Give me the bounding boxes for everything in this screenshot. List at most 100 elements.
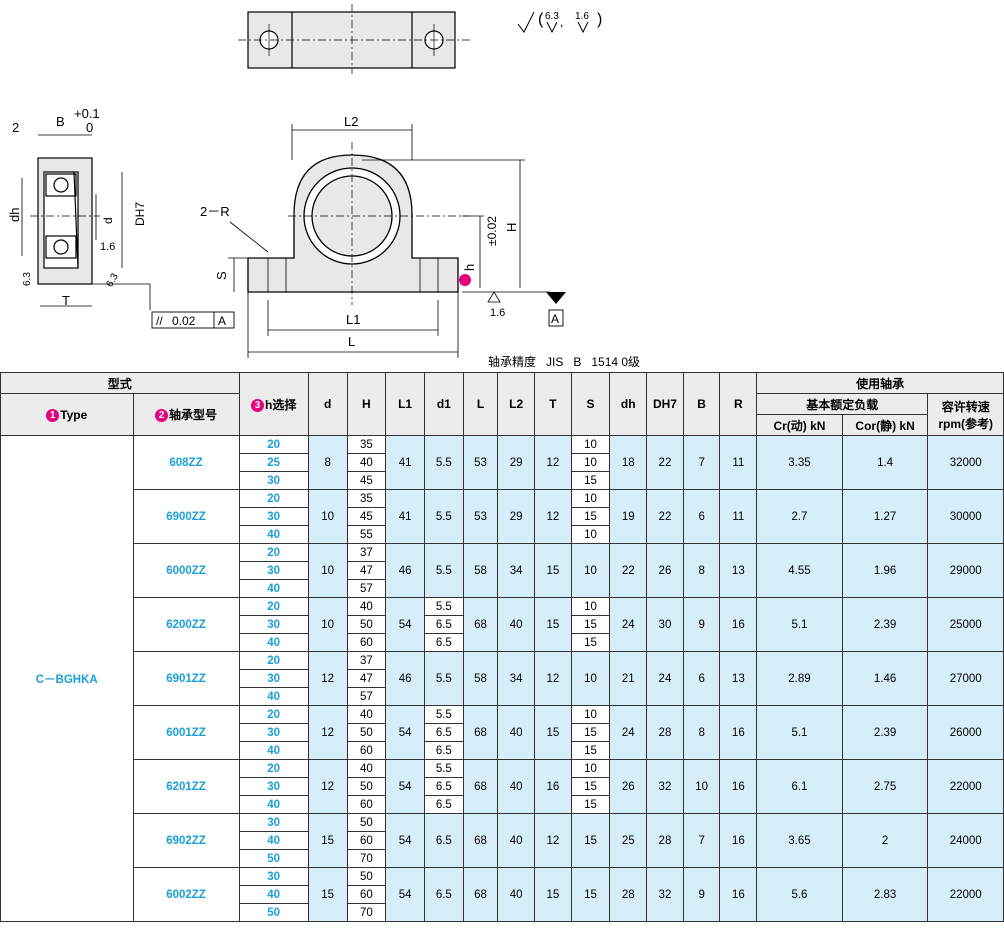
dim-dh-label: dh [7,208,22,222]
cr-cell: 6.1 [756,759,843,814]
h-select-label: h选择 [264,397,297,412]
T-cell: 15 [534,543,572,598]
bearing-header: 2 轴承型号 [132,393,240,436]
dh-cell: 21 [609,651,648,706]
rpm-sub-label: rpm(参考) [938,416,994,431]
h-option-cell: 50 [238,903,309,922]
DH7-cell: 32 [646,867,684,922]
h-badge-icon [459,274,471,286]
d1-cell: 6.5 [423,795,464,814]
h-option-cell: 30 [238,669,309,688]
H-cell: 47 [346,561,387,580]
table-row: 6900ZZ 20 10 35 41 5.5 53 29 12 10 19 22 6 11 2.7 1.27 3… [1,489,1004,544]
L-cell: 53 [462,435,499,490]
B-cell: 9 [682,867,721,922]
DH7-cell: 24 [646,651,684,706]
dh-cell: 24 [609,705,648,760]
cor-cell: 2.39 [841,705,929,760]
h-option-cell: 40 [238,885,309,904]
h-option-cell: 30 [238,561,309,580]
dim-b-zero-label: 0 [86,120,93,135]
bearing-model-cell: 6002ZZ [132,867,240,922]
L-cell: 68 [462,759,499,814]
L1-cell: 54 [385,759,425,814]
parallel-tolerance-label: 0.02 [172,314,196,328]
bearing-model-cell: 6000ZZ [132,543,240,598]
T-cell: 15 [534,867,572,922]
dim-2-label: 2 [12,120,19,135]
d1-cell: 6.5 [423,723,464,742]
d-cell: 15 [307,867,348,922]
S-cell: 15 [570,723,611,742]
bearing-used-header: 使用轴承 [756,372,1004,394]
dim-16-label: 1.6 [100,241,115,253]
T-cell: 12 [534,489,572,544]
dim-l1-label: L1 [346,312,360,327]
cor-cell: 2.39 [841,597,929,652]
rpm-cell: 27000 [927,651,1004,706]
H-cell: 60 [346,831,387,850]
d1-cell: 6.5 [423,633,464,652]
table-row: 6000ZZ 20 10 37 46 5.5 58 34 15 10 22 26 8 13 4.55 1.96… [1,543,1004,598]
cor-header: Cor(静) kN [841,414,929,436]
B-cell: 10 [682,759,721,814]
H-cell: 45 [346,471,387,490]
bearing-model-cell: 6902ZZ [132,813,240,868]
h-option-cell: 40 [238,687,309,706]
cr-cell: 4.55 [756,543,843,598]
bearing-model-cell: 6200ZZ [132,597,240,652]
rpm-cell: 29000 [927,543,1004,598]
dim-s-label: S [214,271,229,280]
h-option-cell: 40 [238,831,309,850]
d1-cell: 6.5 [423,741,464,760]
H-cell: 50 [346,615,387,634]
badge-3-icon: 3 [250,398,264,412]
R-cell: 16 [719,813,758,868]
h-option-cell: 50 [238,849,309,868]
dh-cell: 19 [609,489,648,544]
cor-cell: 2.83 [841,867,929,922]
L2-cell: 40 [497,705,536,760]
dh-cell: 22 [609,543,648,598]
bearing-model-cell: 608ZZ [132,435,240,490]
d-cell: 12 [307,759,348,814]
H-cell: 35 [346,489,387,508]
d1-cell: 5.5 [423,759,464,778]
H-cell: 45 [346,507,387,526]
H-cell: 47 [346,669,387,688]
L2-cell: 34 [497,543,536,598]
R-cell: 16 [719,705,758,760]
L1-cell: 41 [385,489,425,544]
cor-cell: 1.96 [841,543,929,598]
H-cell: 50 [346,867,387,886]
table-row: 6902ZZ 30 15 50 54 6.5 68 40 12 15 25 28 7 16 3.65 2 240… [1,813,1004,868]
dim-b-label: B [56,114,65,129]
S-cell: 15 [570,615,611,634]
col-L1-header: L1 [385,372,425,436]
d1-cell: 6.5 [423,813,464,868]
DH7-cell: 32 [646,759,684,814]
DH7-cell: 28 [646,813,684,868]
h-option-cell: 20 [238,543,309,562]
B-cell: 7 [682,813,721,868]
S-cell: 15 [570,795,611,814]
roughness-a-label: 6.3 [545,11,559,22]
col-dh-header: dh [609,372,648,436]
dim-2r-label: 2－R [200,204,230,219]
cr-cell: 2.7 [756,489,843,544]
H-cell: 35 [346,435,387,454]
T-cell: 12 [534,651,572,706]
cr-cell: 3.35 [756,435,843,490]
dh-cell: 18 [609,435,648,490]
h-option-cell: 30 [238,615,309,634]
h-option-cell: 25 [238,453,309,472]
roughness-b-label: 1.6 [575,11,589,22]
L1-cell: 54 [385,597,425,652]
d1-cell: 5.5 [423,435,464,490]
dim-63-left-label: 6.3 [22,272,33,286]
rpm-cell: 26000 [927,705,1004,760]
table-row: 6901ZZ 20 12 37 46 5.5 58 34 12 10 21 24 6 13 2.89 1.46… [1,651,1004,706]
rpm-cell: 32000 [927,435,1004,490]
S-cell: 15 [570,633,611,652]
dim-l-label: L [348,334,355,349]
